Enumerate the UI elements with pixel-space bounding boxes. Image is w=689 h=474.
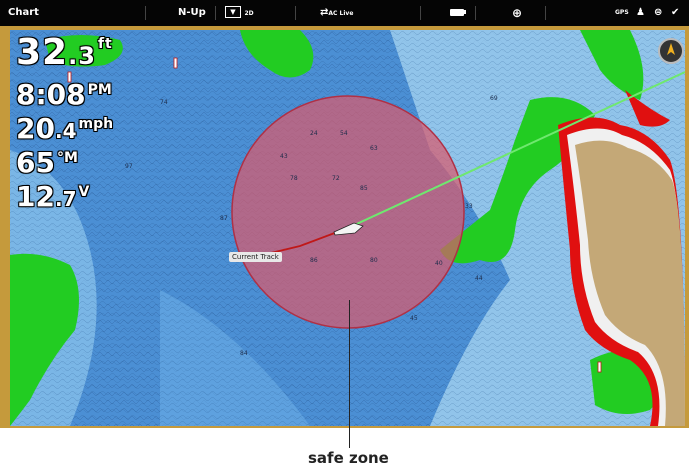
- compass-icon[interactable]: [658, 38, 684, 64]
- view-title[interactable]: Chart: [8, 0, 39, 26]
- check-icon[interactable]: ✔: [671, 0, 679, 26]
- depth-label: 43: [280, 153, 288, 160]
- display-frame: Chart N-Up ▼ 2D ⇄AC Live ⊕ GPS ♟ ⊜ ✔ 74 …: [0, 0, 689, 428]
- time-value: 8:08: [16, 78, 86, 111]
- safe-zone-circle[interactable]: [231, 95, 465, 329]
- gps-label: GPS: [615, 9, 629, 16]
- depth-label: 69: [490, 95, 498, 102]
- user-icon[interactable]: ♟: [636, 0, 645, 26]
- divider: [145, 6, 146, 20]
- battery-icon[interactable]: [450, 0, 466, 26]
- depth-label: 54: [340, 130, 348, 137]
- view-mode-indicator[interactable]: ▼ 2D: [225, 0, 254, 26]
- voltage-readout: 12.7 V: [16, 180, 89, 213]
- ac-live-label: AC Live: [328, 10, 354, 17]
- depth-decimal: .3: [68, 42, 96, 70]
- depth-label: 74: [160, 99, 168, 106]
- depth-label: 24: [310, 130, 318, 137]
- safe-zone-caption: safe zone: [308, 449, 389, 467]
- divider: [215, 6, 216, 20]
- top-status-bar: Chart N-Up ▼ 2D ⇄AC Live ⊕ GPS ♟ ⊜ ✔: [0, 0, 689, 26]
- divider: [475, 6, 476, 20]
- divider: [295, 6, 296, 20]
- voltage-unit: V: [78, 184, 90, 200]
- divider: [420, 6, 421, 20]
- temperature-readout: 65 °M: [16, 146, 78, 179]
- callout-line: [349, 300, 350, 448]
- temperature-unit: °M: [56, 150, 78, 166]
- depth-label: 78: [290, 175, 298, 182]
- depth-label: 33: [465, 203, 473, 210]
- chart-map[interactable]: 74 24 54 43 97 78 72 85 87 86 80 33 45 4…: [10, 30, 685, 426]
- depth-readout: 32.3 ft: [16, 32, 113, 73]
- current-track-label[interactable]: Current Track: [229, 252, 282, 262]
- time-unit: PM: [87, 82, 112, 98]
- voltage-value: 12: [16, 180, 55, 213]
- orientation-label[interactable]: N-Up: [178, 0, 206, 26]
- depth-unit: ft: [97, 36, 113, 52]
- gps-indicator[interactable]: GPS: [615, 0, 629, 26]
- sonar-icon[interactable]: ⊜: [654, 0, 662, 26]
- depth-label: 63: [370, 145, 378, 152]
- speed-unit: mph: [78, 116, 114, 132]
- speed-value: 20: [16, 112, 55, 145]
- temperature-value: 65: [16, 146, 55, 179]
- view-mode-icon: ▼: [225, 6, 241, 18]
- depth-label: 80: [370, 257, 378, 264]
- depth-label: 72: [332, 175, 340, 182]
- depth-label: 87: [220, 215, 228, 222]
- waypoint-marker[interactable]: [597, 361, 602, 373]
- depth-label: 86: [310, 257, 318, 264]
- depth-label: 45: [410, 315, 418, 322]
- depth-label: 44: [475, 275, 483, 282]
- crosshair-icon[interactable]: ⊕: [512, 0, 522, 26]
- depth-value: 32: [16, 32, 69, 73]
- time-readout: 8:08 PM: [16, 78, 112, 111]
- depth-label: 40: [435, 260, 443, 267]
- ac-live-indicator[interactable]: ⇄AC Live: [320, 0, 353, 26]
- depth-label: 85: [360, 185, 368, 192]
- speed-decimal: .4: [54, 119, 77, 143]
- compass-needle-icon: [667, 43, 675, 55]
- view-mode-label: 2D: [244, 10, 254, 17]
- waypoint-marker[interactable]: [173, 57, 178, 69]
- divider: [545, 6, 546, 20]
- voltage-decimal: .7: [54, 187, 77, 211]
- speed-readout: 20.4 mph: [16, 112, 113, 145]
- depth-label: 97: [125, 163, 133, 170]
- depth-label: 84: [240, 350, 248, 357]
